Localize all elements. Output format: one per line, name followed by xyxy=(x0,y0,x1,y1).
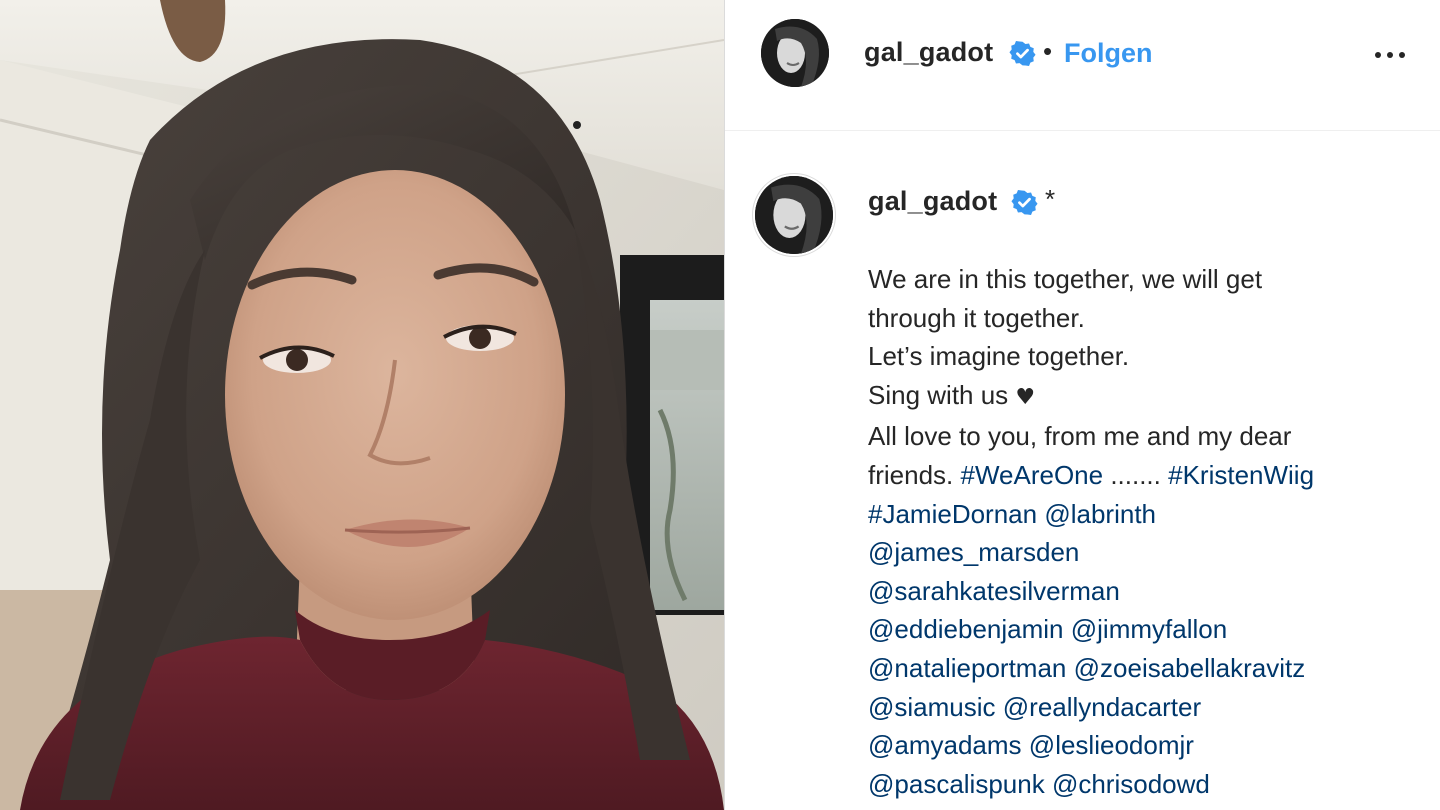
more-options-icon[interactable] xyxy=(1365,36,1415,72)
avatar-image xyxy=(755,176,833,254)
verified-badge-icon xyxy=(1009,40,1036,67)
caption-line: Sing with us ♥ xyxy=(868,376,1428,418)
mention-link[interactable]: @sarahkatesilverman xyxy=(868,576,1120,606)
caption-line: through it together. xyxy=(868,302,1085,333)
mention-link[interactable]: @reallyndacarter xyxy=(1003,692,1201,722)
caption-marker: * xyxy=(1045,184,1056,214)
caption-line: @sarahkatesilverman xyxy=(868,572,1428,611)
mention-link[interactable]: @chrisodowd xyxy=(1052,769,1210,799)
separator-dot: • xyxy=(1043,36,1053,66)
mention-link[interactable]: @amyadams xyxy=(868,730,1022,760)
caption-line: @james_marsden xyxy=(868,533,1428,572)
video-frame-image xyxy=(0,0,724,810)
mention-link[interactable]: @james_marsden xyxy=(868,537,1079,567)
caption-username[interactable]: gal_gadot xyxy=(868,186,997,217)
mention-link[interactable]: @jimmyfallon xyxy=(1071,614,1227,644)
post-details-panel: gal_gadot • Folgen gal_gadot * We are in… xyxy=(724,0,1440,810)
heart-icon: ♥ xyxy=(1015,384,1036,410)
caption-text: We are in this together, we will get thr… xyxy=(868,260,1428,803)
caption-line: #JamieDornan @labrinth xyxy=(868,495,1428,534)
caption-line: friends. #WeAreOne ....... #KristenWiig xyxy=(868,456,1428,495)
follow-button[interactable]: Folgen xyxy=(1064,38,1153,69)
hashtag-link[interactable]: #JamieDornan xyxy=(868,499,1037,529)
mention-link[interactable]: @pascalispunk xyxy=(868,769,1045,799)
caption-line: @natalieportman @zoeisabellakravitz xyxy=(868,649,1428,688)
caption-line: We are in this together, we will get xyxy=(868,264,1263,294)
hashtag-link[interactable]: #WeAreOne xyxy=(961,460,1104,490)
caption-text-segment: ....... xyxy=(1103,459,1169,490)
header-username[interactable]: gal_gadot xyxy=(864,37,993,68)
mention-link[interactable]: @siamusic xyxy=(868,692,996,722)
mention-link[interactable]: @leslieodomjr xyxy=(1029,730,1194,760)
mention-link[interactable]: @eddiebenjamin xyxy=(868,614,1064,644)
caption-line: @amyadams @leslieodomjr xyxy=(868,726,1428,765)
caption-line: @siamusic @reallyndacarter xyxy=(868,688,1428,727)
caption-text-segment: friends. xyxy=(868,459,961,490)
mention-link[interactable]: @zoeisabellakravitz xyxy=(1074,653,1306,683)
avatar-image xyxy=(761,19,829,87)
caption-line: Let’s imagine together. xyxy=(868,341,1130,372)
hashtag-link[interactable]: #KristenWiig xyxy=(1168,460,1314,490)
caption-line: @eddiebenjamin @jimmyfallon xyxy=(868,610,1428,649)
verified-badge-icon xyxy=(1011,189,1038,216)
post-video[interactable] xyxy=(0,0,724,810)
caption-text-segment: Sing with us xyxy=(868,379,1016,410)
instagram-post-view: gal_gadot • Folgen gal_gadot * We are in… xyxy=(0,0,1440,810)
profile-avatar[interactable] xyxy=(761,19,829,87)
caption-avatar[interactable] xyxy=(755,176,833,254)
caption-line: @pascalispunk @chrisodowd xyxy=(868,765,1428,804)
mention-link[interactable]: @labrinth xyxy=(1044,499,1156,529)
post-header: gal_gadot • Folgen xyxy=(725,0,1440,131)
mention-link[interactable]: @natalieportman xyxy=(868,653,1066,683)
caption-line: All love to you, from me and my dear xyxy=(868,421,1292,452)
